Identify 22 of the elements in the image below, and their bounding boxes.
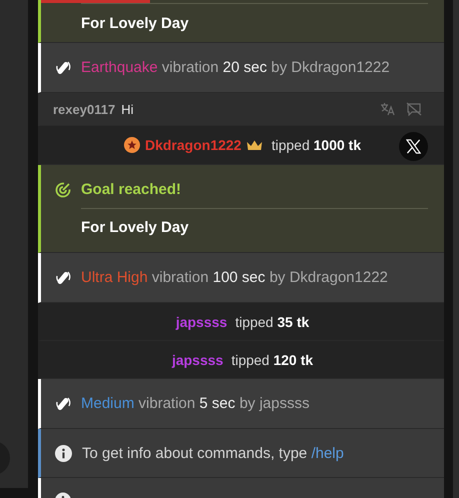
vibration-message: Ultra High vibration 100 sec by Dkdragon1222 [81,269,388,286]
tip-message: tipped 1000 tk [271,137,361,153]
vibration-message: Medium vibration 5 sec by japssss [81,395,310,412]
vibration-message: Earthquake vibration 20 sec by Dkdragon1222 [81,59,390,76]
x-logo-button[interactable] [399,132,428,161]
chat-username[interactable]: rexey0117 [53,102,116,116]
goal-description: For Lovely Day [81,219,189,236]
tip-message: tipped 35 tk [235,314,310,330]
tipper-username[interactable]: japssss [172,352,224,368]
tipper-username[interactable]: japssss [176,314,228,330]
info-icon [55,444,72,462]
translate-icon[interactable] [380,102,395,116]
chat-off-icon[interactable] [406,102,422,116]
goal-description: For Lovely Day [81,15,189,32]
help-command-link[interactable]: /help [311,444,344,462]
chat-text: Hi [121,102,134,116]
tipper-username[interactable]: Dkdragon1222 [144,137,242,153]
target-icon [55,182,71,198]
x-logo-icon [406,139,421,154]
info-message: To get info about commands, type /help [82,444,344,462]
tip-message: tipped 120 tk [231,352,314,368]
goal-heading: Goal reached! [81,181,182,198]
